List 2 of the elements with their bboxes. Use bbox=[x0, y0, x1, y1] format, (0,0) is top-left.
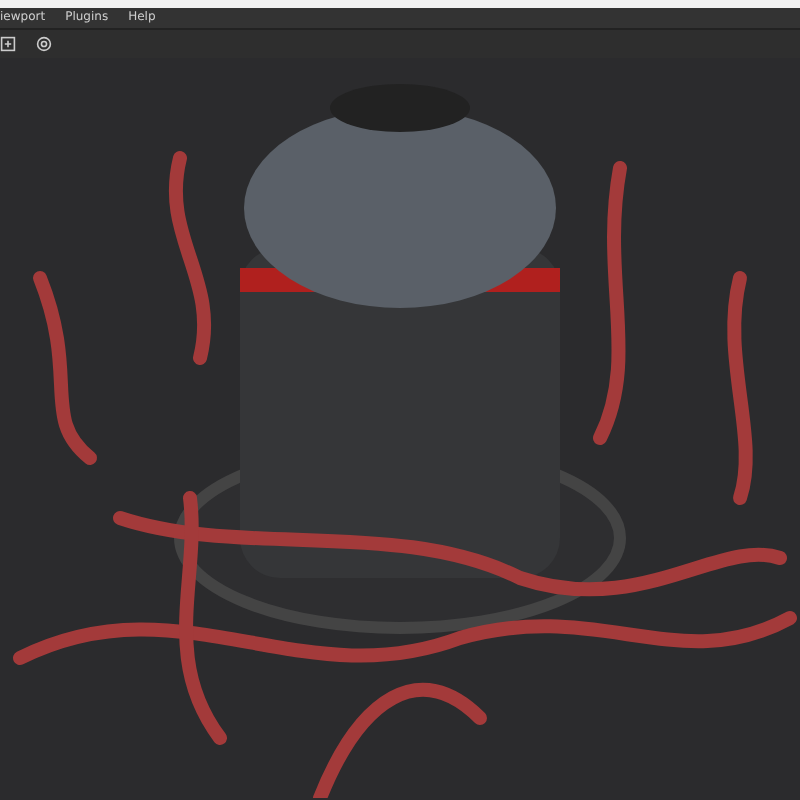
add-icon[interactable] bbox=[0, 36, 16, 52]
target-icon[interactable] bbox=[36, 36, 52, 52]
